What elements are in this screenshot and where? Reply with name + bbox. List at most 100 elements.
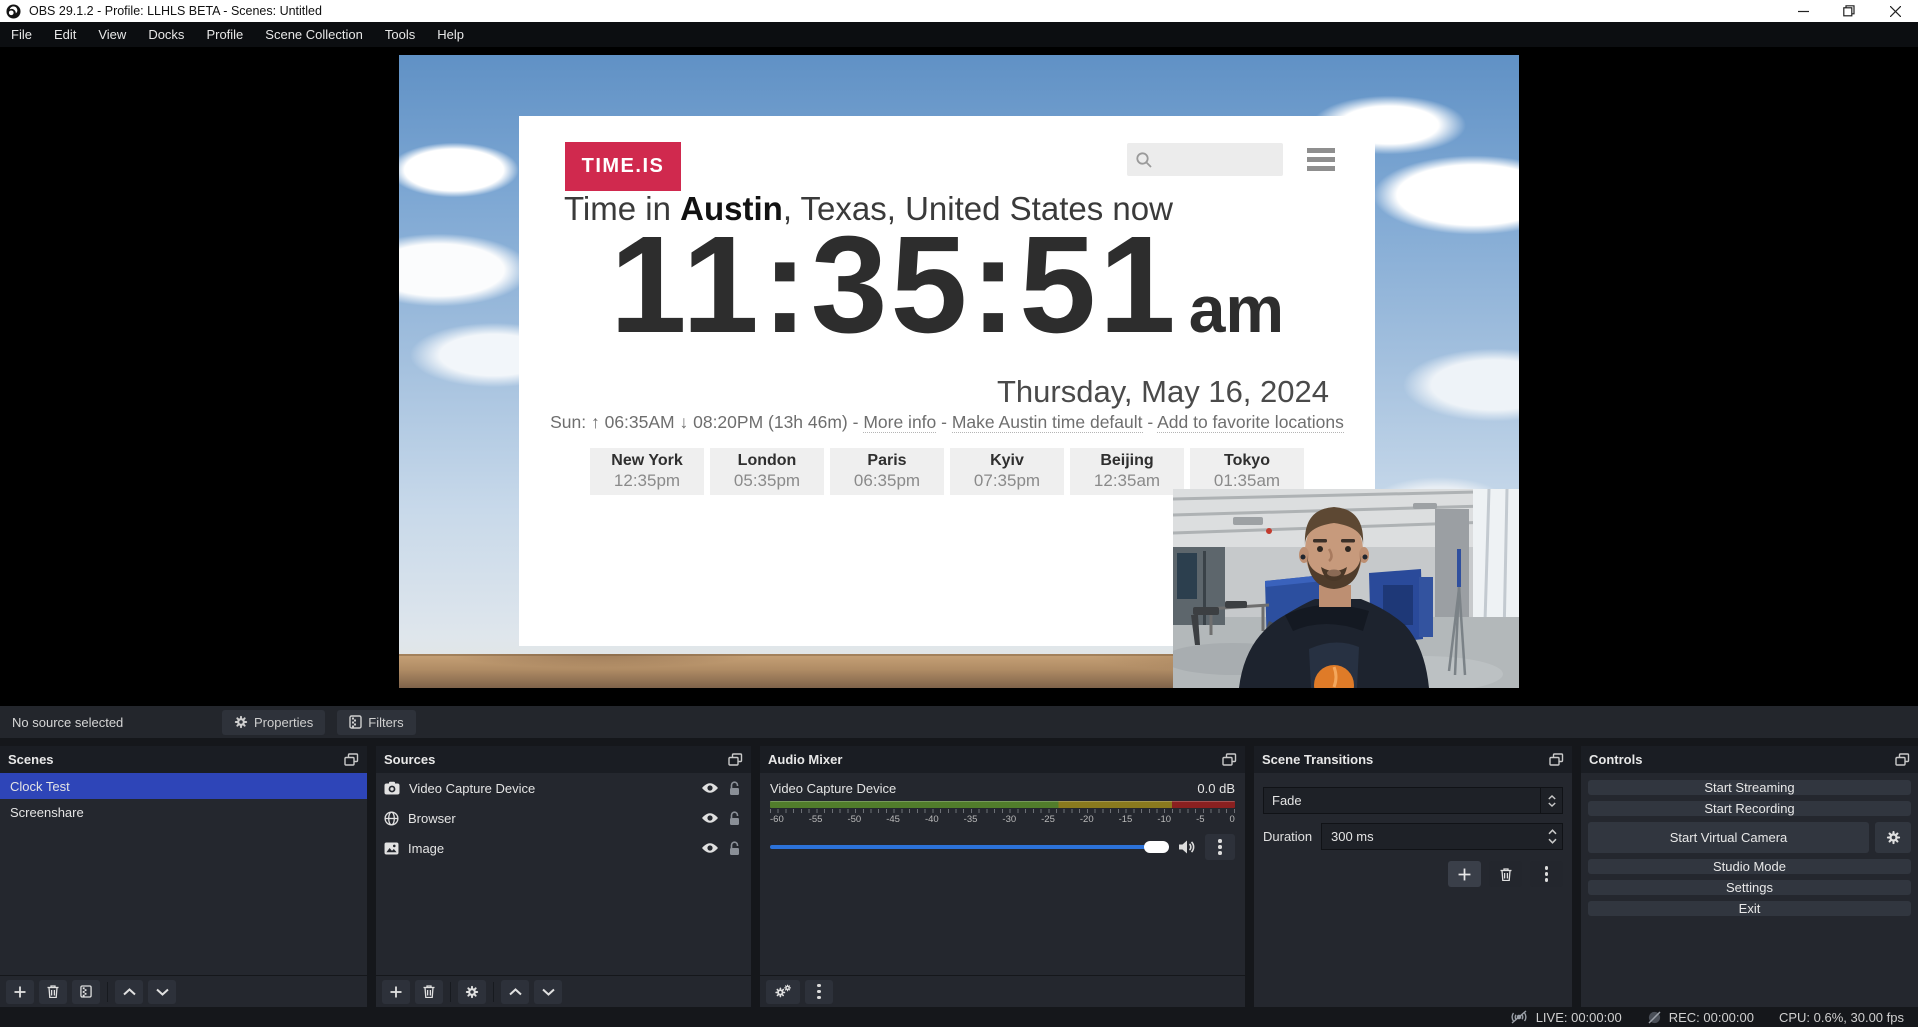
unlock-icon[interactable]: [728, 841, 741, 856]
menu-docks[interactable]: Docks: [137, 22, 195, 47]
obs-window: OBS 29.1.2 - Profile: LLHLS BETA - Scene…: [0, 0, 1918, 1027]
move-scene-down-button[interactable]: [148, 980, 176, 1004]
source-row-image[interactable]: Image: [376, 833, 751, 863]
world-clock-cell: London05:35pm: [710, 448, 824, 495]
transition-select[interactable]: Fade: [1263, 787, 1563, 814]
source-row-browser[interactable]: Browser: [376, 803, 751, 833]
transitions-header: Scene Transitions: [1254, 746, 1572, 773]
add-source-button[interactable]: [382, 980, 410, 1004]
scene-filters-button[interactable]: [72, 980, 100, 1004]
menu-help[interactable]: Help: [426, 22, 475, 47]
source-properties-button[interactable]: [458, 980, 486, 1004]
move-source-down-button[interactable]: [534, 980, 562, 1004]
scenes-list: Clock Test Screenshare: [0, 773, 367, 975]
duration-label: Duration: [1263, 829, 1321, 844]
meter-tick-labels: -60-55-50-45-40-35-30-25-20-15-10-50: [770, 814, 1235, 825]
menu-profile[interactable]: Profile: [195, 22, 254, 47]
duration-spinbox[interactable]: 300 ms: [1321, 823, 1563, 850]
move-scene-up-button[interactable]: [115, 980, 143, 1004]
move-source-up-button[interactable]: [501, 980, 529, 1004]
mixer-channel-menu-button[interactable]: [1205, 834, 1235, 860]
remove-source-button[interactable]: [415, 980, 443, 1004]
popout-icon[interactable]: [728, 753, 743, 766]
mixer-menu-button[interactable]: [805, 980, 833, 1004]
image-icon: [384, 842, 399, 855]
unlock-icon[interactable]: [728, 811, 741, 826]
advanced-audio-button[interactable]: [766, 980, 800, 1004]
toolbar-separator: [450, 982, 451, 1002]
filters-button[interactable]: Filters: [337, 710, 415, 735]
window-title: OBS 29.1.2 - Profile: LLHLS BETA - Scene…: [29, 4, 322, 18]
volume-slider-handle[interactable]: [1144, 841, 1169, 853]
menu-tools[interactable]: Tools: [374, 22, 426, 47]
timeis-date: Thursday, May 16, 2024: [997, 374, 1329, 410]
popout-icon[interactable]: [344, 753, 359, 766]
restore-button[interactable]: [1826, 0, 1872, 22]
exit-button[interactable]: Exit: [1588, 901, 1911, 916]
menu-view[interactable]: View: [87, 22, 137, 47]
menu-file[interactable]: File: [0, 22, 43, 47]
add-favorite-link: Add to favorite locations: [1157, 412, 1344, 433]
menu-edit[interactable]: Edit: [43, 22, 87, 47]
title-bar: OBS 29.1.2 - Profile: LLHLS BETA - Scene…: [0, 0, 1918, 22]
visibility-eye-icon[interactable]: [701, 842, 719, 854]
trash-icon: [423, 985, 435, 998]
transitions-body: Fade Duration 300 ms: [1254, 773, 1572, 1007]
visibility-eye-icon[interactable]: [701, 812, 719, 824]
live-timer: LIVE: 00:00:00: [1536, 1010, 1622, 1025]
window-controls: [1780, 0, 1918, 22]
close-button[interactable]: [1872, 0, 1918, 22]
audio-mixer-dock: Audio Mixer Video Capture Device 0.0 dB …: [760, 746, 1245, 1007]
globe-icon: [384, 811, 399, 826]
source-row-video-capture[interactable]: Video Capture Device: [376, 773, 751, 803]
start-streaming-button[interactable]: Start Streaming: [1588, 780, 1911, 795]
mixer-db-value: 0.0 dB: [1197, 781, 1235, 796]
audio-mixer-header: Audio Mixer: [760, 746, 1245, 773]
add-scene-button[interactable]: [6, 980, 34, 1004]
time-digits: 11:35:51: [610, 216, 1179, 354]
time-ampm: am: [1189, 276, 1284, 342]
scene-item-clock-test[interactable]: Clock Test: [0, 773, 367, 799]
start-virtual-camera-button[interactable]: Start Virtual Camera: [1588, 822, 1869, 853]
remove-transition-button[interactable]: [1489, 861, 1522, 887]
gear-icon: [465, 985, 479, 999]
sources-dock-header: Sources: [376, 746, 751, 773]
controls-header: Controls: [1581, 746, 1918, 773]
visibility-eye-icon[interactable]: [701, 782, 719, 794]
speaker-icon[interactable]: [1178, 839, 1196, 855]
plus-icon: [390, 986, 402, 998]
scene-item-screenshare[interactable]: Screenshare: [0, 799, 367, 825]
remove-scene-button[interactable]: [39, 980, 67, 1004]
camera-icon: [384, 781, 400, 795]
unlock-icon[interactable]: [728, 781, 741, 796]
popout-icon[interactable]: [1895, 753, 1910, 766]
volume-slider[interactable]: [770, 845, 1169, 849]
popout-icon[interactable]: [1549, 753, 1564, 766]
search-icon: [1135, 151, 1153, 169]
controls-dock: Controls Start Streaming Start Recording…: [1581, 746, 1918, 1007]
virtual-camera-config-button[interactable]: [1875, 822, 1911, 853]
scenes-toolbar: [0, 975, 367, 1007]
record-inactive-icon: [1647, 1010, 1662, 1025]
minimize-button[interactable]: [1780, 0, 1826, 22]
scenes-dock: Scenes Clock Test Screenshare: [0, 746, 367, 1007]
menu-scene-collection[interactable]: Scene Collection: [254, 22, 374, 47]
popout-icon[interactable]: [1222, 753, 1237, 766]
settings-button[interactable]: Settings: [1588, 880, 1911, 895]
filter-icon: [349, 715, 362, 729]
spin-arrows-icon[interactable]: [1542, 829, 1562, 844]
chevron-down-icon: [156, 988, 169, 996]
scene-transitions-dock: Scene Transitions Fade Duration: [1254, 746, 1572, 1007]
no-source-label: No source selected: [12, 715, 222, 730]
studio-mode-button[interactable]: Studio Mode: [1588, 859, 1911, 874]
make-default-link: Make Austin time default: [952, 412, 1143, 433]
program-preview[interactable]: TIME.IS Time in Austin, Texas, United St…: [399, 55, 1519, 688]
start-recording-button[interactable]: Start Recording: [1588, 801, 1911, 816]
properties-button[interactable]: Properties: [222, 710, 325, 735]
plus-icon: [14, 986, 26, 998]
webcam-video: [1173, 489, 1519, 688]
timeis-current-time: 11:35:51 am: [519, 216, 1375, 354]
world-clock-cell: Paris06:35pm: [830, 448, 944, 495]
transition-properties-button[interactable]: [1530, 861, 1563, 887]
add-transition-button[interactable]: [1448, 861, 1481, 887]
